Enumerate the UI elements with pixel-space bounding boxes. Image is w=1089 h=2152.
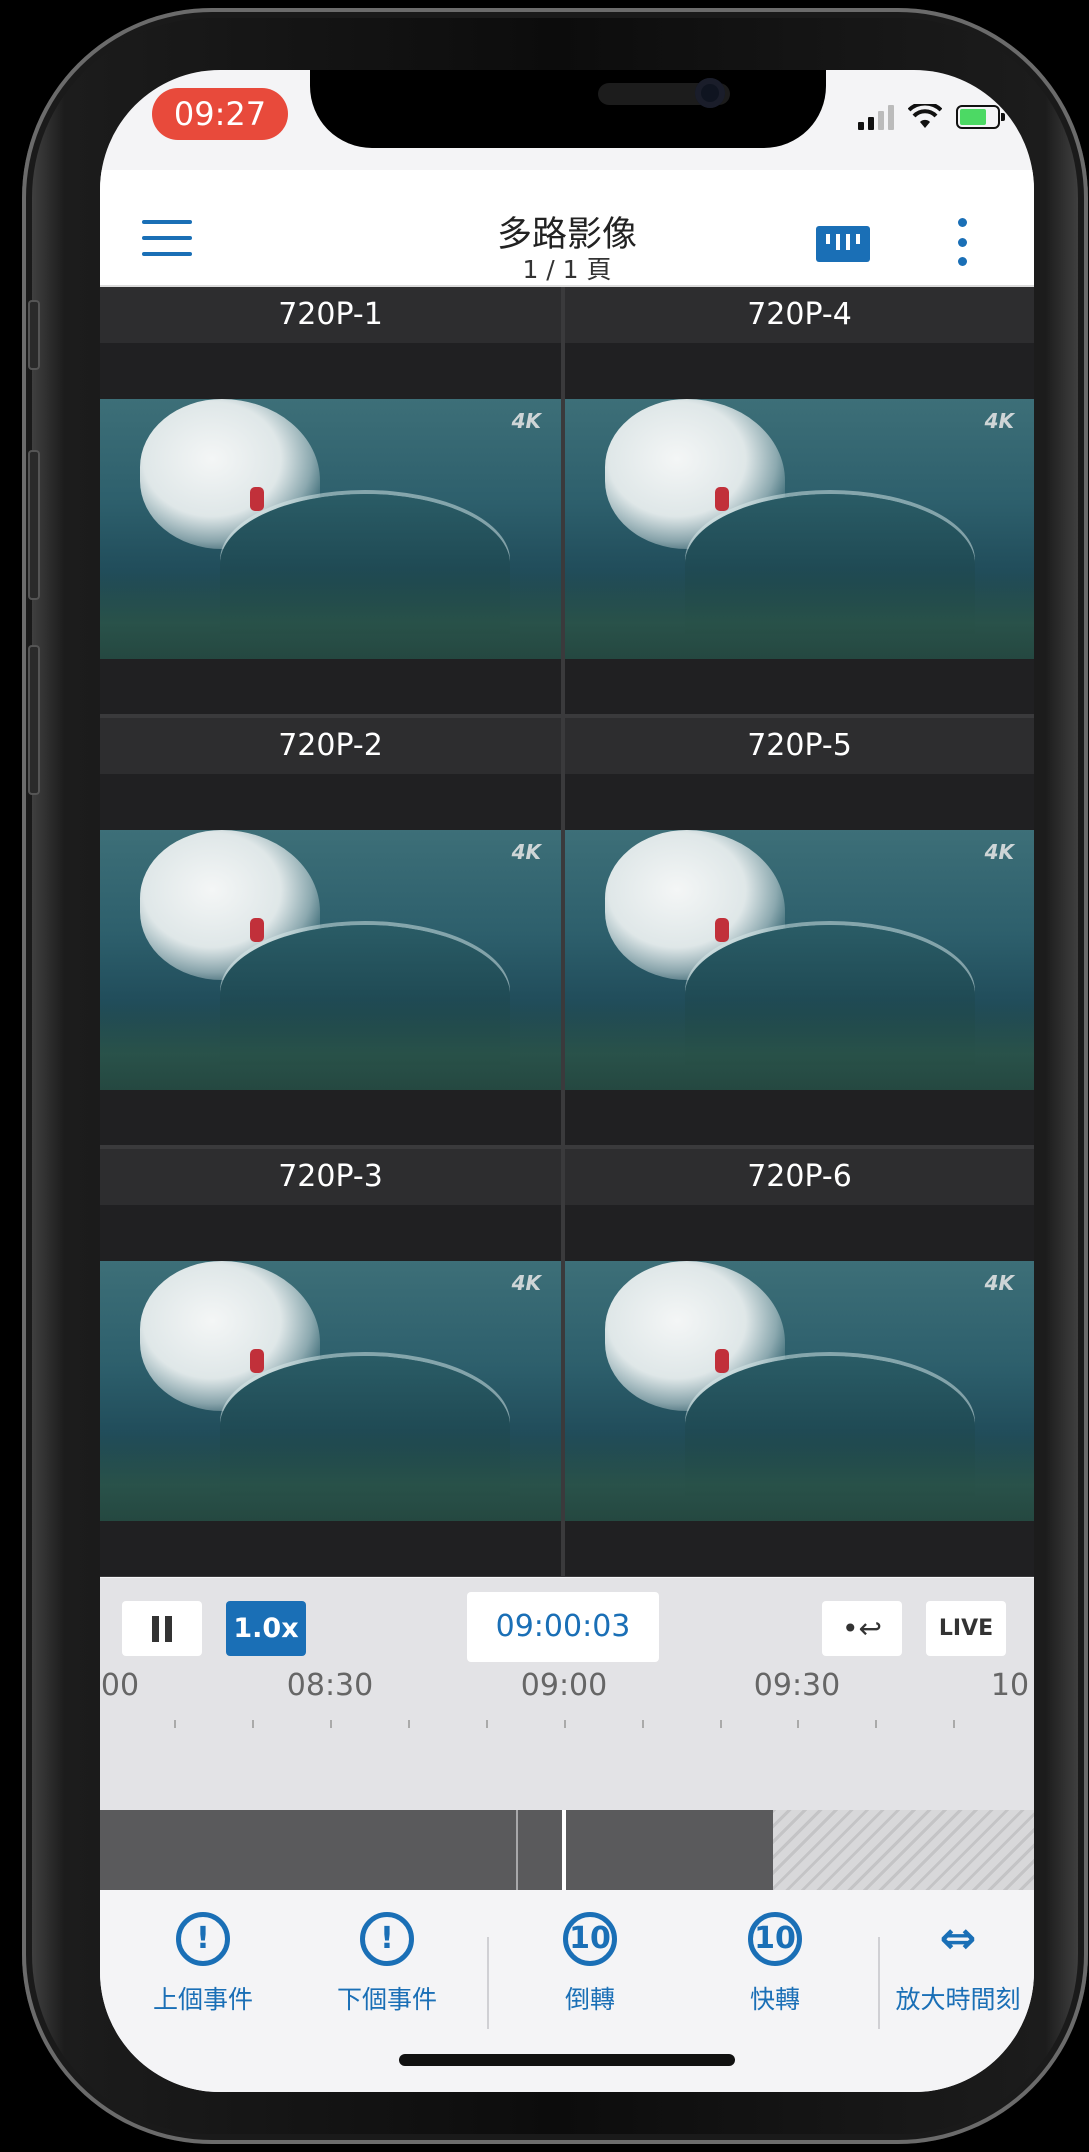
camera-label: 720P-5 [565,718,1034,774]
surfer [715,918,729,942]
divider [878,1937,880,2029]
replay-icon[interactable]: •↩ [822,1601,902,1656]
speed-button[interactable]: 1.0x [226,1601,306,1656]
action-label: 上個事件 [152,1985,253,2014]
video-badge: 4K [984,1271,1014,1295]
status-icons [858,104,1005,130]
camera-cell[interactable]: 720P-1 4K [100,287,561,714]
previous-event-button[interactable]: ! 上個事件 [113,1912,293,2016]
camera-grid: 720P-1 4K 720P-4 4K 720P-2 4K 720P-5 4K … [100,287,1034,1577]
timeline-label: 09:00 [520,1668,608,1703]
next-event-button[interactable]: ! 下個事件 [297,1912,477,2016]
segment-divider [516,1810,518,1890]
wifi-icon [908,104,942,128]
camera-video[interactable]: 4K [100,1261,561,1521]
battery-icon [956,105,1005,129]
recording-segment [100,1810,773,1890]
timeline-label: 08:30 [286,1668,374,1703]
camera-label: 720P-2 [100,718,561,774]
timeline-ruler[interactable]: 00 08:30 09:00 09:30 10 [100,1666,1034,1736]
front-camera [695,78,725,108]
layout-grid-icon[interactable] [816,226,870,262]
camera-video[interactable]: 4K [100,399,561,659]
camera-video[interactable]: 4K [565,399,1034,659]
video-badge: 4K [984,840,1014,864]
surfer [250,487,264,511]
action-label: 快轉 [749,1985,800,2014]
current-time-display[interactable]: 09:00:03 [467,1592,659,1662]
camera-label: 720P-1 [100,287,561,343]
page-indicator: 1 / 1 頁 [522,255,612,284]
action-label: 下個事件 [336,1985,437,2014]
notch [310,70,826,148]
fast-forward-button[interactable]: 10 快轉 [685,1912,865,2016]
previous-event-icon: ! [176,1912,230,1966]
next-event-icon: ! [360,1912,414,1966]
video-badge: 4K [511,840,541,864]
timeline-label: 00 [100,1668,140,1703]
video-badge: 4K [984,409,1014,433]
camera-video[interactable]: 4K [565,1261,1034,1521]
expand-timeline-icon: ⇔ [939,1913,977,1964]
expand-timeline-button[interactable]: ⇔ 放大時間刻 [882,1912,1034,2016]
camera-cell[interactable]: 720P-2 4K [100,718,561,1145]
status-time: 09:27 [152,88,288,140]
live-button[interactable]: LIVE [926,1601,1006,1656]
action-label: 放大時間刻 [895,1985,1021,2014]
timeline-track[interactable] [100,1810,1034,1890]
cellular-signal-icon [858,104,894,130]
camera-video[interactable]: 4K [100,830,561,1090]
action-label: 倒轉 [564,1985,615,2014]
playback-controls: 1.0x 09:00:03 •↩ LIVE 00 08:30 09:00 09:… [100,1578,1034,1833]
no-recording-segment [773,1810,1034,1890]
surfer [715,487,729,511]
camera-cell[interactable]: 720P-6 4K [565,1149,1034,1576]
volume-up-button [28,450,40,600]
app-header: 多路影像 1 / 1 頁 [100,170,1034,287]
camera-label: 720P-3 [100,1149,561,1205]
camera-cell[interactable]: 720P-5 4K [565,718,1034,1145]
camera-label: 720P-4 [565,287,1034,343]
camera-label: 720P-6 [565,1149,1034,1205]
camera-cell[interactable]: 720P-3 4K [100,1149,561,1576]
surfer [250,918,264,942]
screen: 09:27 多路影像 1 / 1 頁 720P-1 4K 720P-4 4K 7… [100,70,1034,2092]
surfer [715,1349,729,1373]
home-indicator[interactable] [399,2054,735,2066]
camera-video[interactable]: 4K [565,830,1034,1090]
forward-10-icon: 10 [748,1912,802,1966]
more-options-icon[interactable] [956,218,968,266]
rewind-10-icon: 10 [563,1912,617,1966]
volume-down-button [28,645,40,795]
video-badge: 4K [511,409,541,433]
mute-switch [28,300,40,370]
camera-cell[interactable]: 720P-4 4K [565,287,1034,714]
video-badge: 4K [511,1271,541,1295]
pause-button[interactable] [122,1601,202,1656]
divider [487,1937,489,2029]
timeline-label: 09:30 [753,1668,841,1703]
rewind-button[interactable]: 10 倒轉 [500,1912,680,2016]
playhead[interactable] [562,1810,566,1890]
timeline-label: 10 [990,1668,1030,1703]
surfer [250,1349,264,1373]
